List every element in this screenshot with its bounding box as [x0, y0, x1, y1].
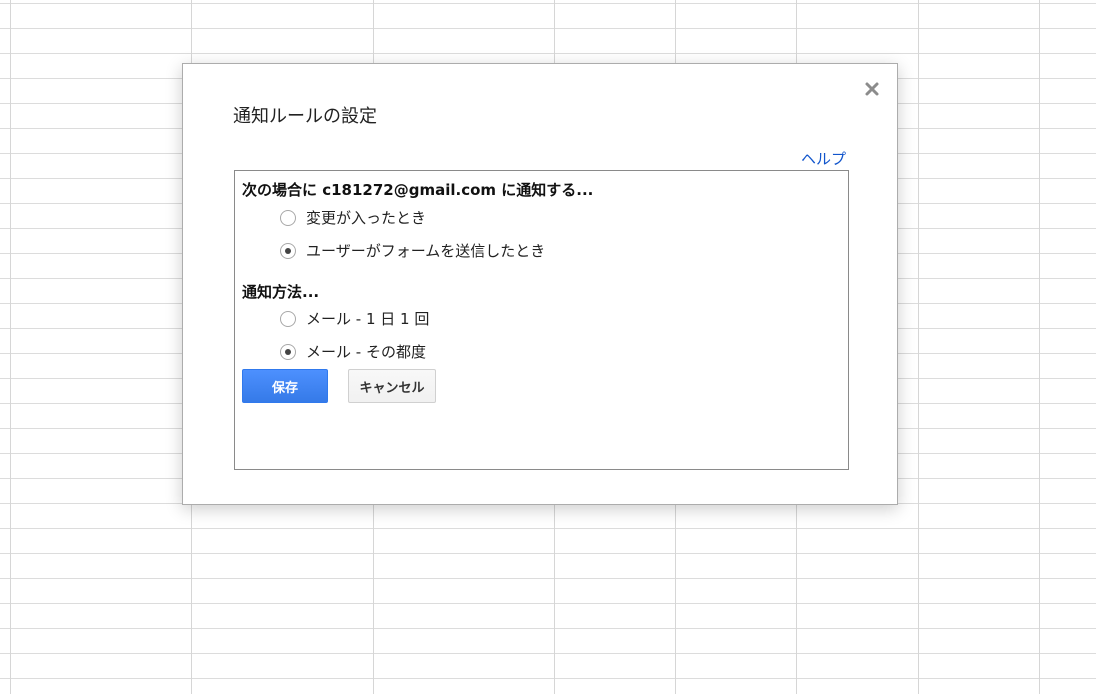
- notify-option-form-submit[interactable]: ユーザーがフォームを送信したとき: [280, 240, 545, 261]
- radio-daily[interactable]: [280, 310, 296, 327]
- help-link[interactable]: ヘルプ: [801, 148, 846, 169]
- option-label: 変更が入ったとき: [306, 209, 427, 227]
- cancel-button[interactable]: キャンセル: [348, 369, 436, 403]
- notify-heading: 次の場合に c181272@gmail.com に通知する...: [242, 181, 594, 199]
- radio-immediately[interactable]: [280, 343, 296, 360]
- option-label: メール - その都度: [306, 343, 426, 361]
- option-label: ユーザーがフォームを送信したとき: [306, 242, 546, 260]
- close-icon[interactable]: [861, 78, 883, 100]
- option-label: メール - 1 日 1 回: [306, 310, 430, 328]
- save-button[interactable]: 保存: [242, 369, 328, 403]
- method-option-immediately[interactable]: メール - その都度: [280, 341, 426, 362]
- radio-changes[interactable]: [280, 209, 296, 226]
- notification-rules-dialog: 通知ルールの設定 ヘルプ 次の場合に c181272@gmail.com に通知…: [182, 63, 898, 505]
- dialog-title: 通知ルールの設定: [233, 106, 377, 127]
- radio-form-submit[interactable]: [280, 242, 296, 259]
- method-option-daily[interactable]: メール - 1 日 1 回: [280, 308, 429, 329]
- notify-option-changes[interactable]: 変更が入ったとき: [280, 207, 426, 228]
- settings-panel: 次の場合に c181272@gmail.com に通知する... 変更が入ったと…: [234, 170, 849, 470]
- method-heading: 通知方法...: [242, 283, 320, 301]
